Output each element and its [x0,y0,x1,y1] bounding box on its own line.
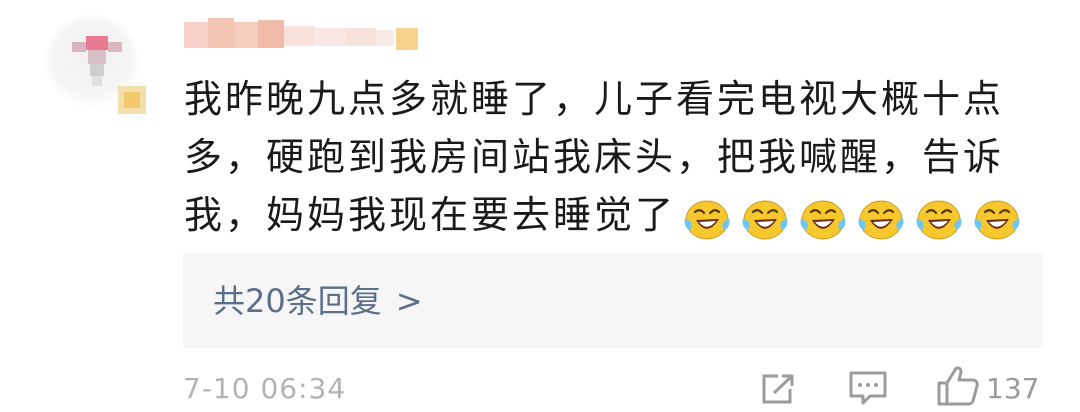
username-pixel [314,28,346,46]
chevron-right-icon: > [395,282,423,320]
username-pixel [208,18,234,48]
verified-badge-core [124,92,140,108]
avatar-pixel [88,50,106,64]
user-level-badge-icon [396,28,418,50]
username-pixel [258,20,284,48]
view-replies-link[interactable]: 共20条回复 > [213,254,423,348]
emoji-row [682,189,1030,247]
comment-line: 多，硬跑到我房间站我床头，把我喊醒，告诉 [184,135,1005,179]
avatar[interactable] [38,6,150,118]
laughing-crying-emoji [800,200,846,240]
avatar-pixel [90,64,104,76]
laughing-crying-emoji [974,200,1020,240]
thumbs-up-icon[interactable] [936,364,980,408]
comment-icon[interactable] [848,370,888,406]
avatar-pixel [72,42,86,52]
username-pixel [184,22,208,48]
comment-line-text: 我，妈妈我现在要去睡觉了 [184,193,677,237]
laughing-crying-emoji [742,200,788,240]
share-icon[interactable] [760,372,798,406]
username-pixel [284,26,314,46]
comment-line-with-emoji: 我，妈妈我现在要去睡觉了 [184,186,1034,244]
username-redacted[interactable] [182,14,442,54]
laughing-crying-emoji [858,200,904,240]
avatar-pixel [86,36,108,50]
like-count: 137 [986,372,1040,405]
avatar-pixel [92,76,102,86]
comment-text: 我昨晚九点多就睡了，儿子看完电视大概十点 多，硬跑到我房间站我床头，把我喊醒，告… [184,70,1034,244]
avatar-pixel [108,42,122,52]
username-pixel [234,22,258,48]
replies-panel[interactable]: 共20条回复 > [183,254,1043,348]
replies-count-label: 共20条回复 [213,282,382,320]
laughing-crying-emoji [916,200,962,240]
comment-line: 我昨晚九点多就睡了，儿子看完电视大概十点 [184,77,1005,121]
laughing-crying-emoji [684,200,730,240]
comment-timestamp: 7-10 06:34 [183,372,347,405]
username-pixel [346,28,376,46]
username-pixel [376,30,394,46]
